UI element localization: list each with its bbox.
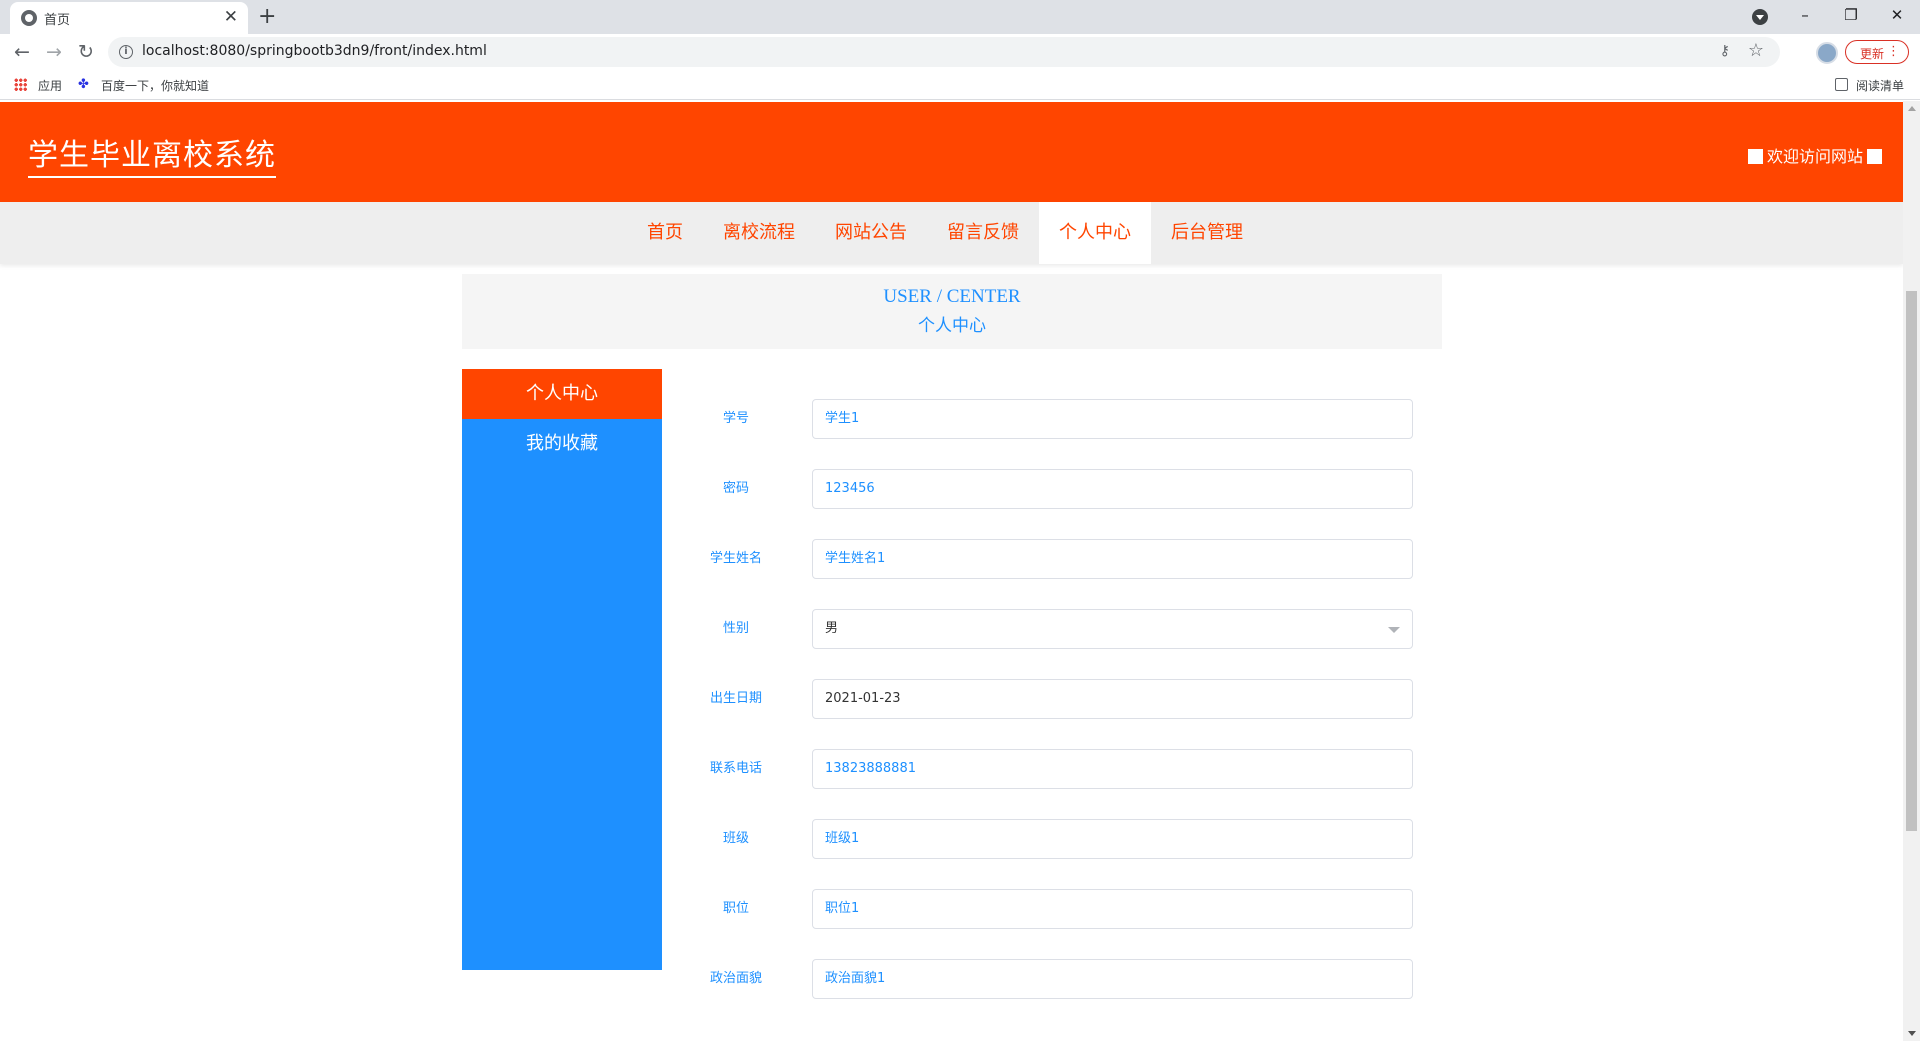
side-menu-item[interactable]: 我的收藏 (462, 419, 662, 469)
gender-select[interactable]: 男 (812, 609, 1413, 649)
bookmarks-bar: 应用 ✤ 百度一下，你就知道 阅读清单 (0, 70, 1920, 100)
field-input[interactable]: 2021-01-23 (812, 679, 1413, 719)
browser-toolbar: ← → ↻ i localhost:8080/springbootb3dn9/f… (0, 34, 1920, 70)
field-input[interactable]: 班级1 (812, 819, 1413, 859)
form-row: 政治面貌 政治面貌1 (690, 959, 1413, 1029)
tab-close-icon[interactable]: ✕ (224, 7, 238, 27)
form-row: 班级 班级1 (690, 819, 1413, 889)
field-value: 13823888881 (825, 761, 916, 776)
field-label: 学号 (722, 411, 749, 426)
nav-items: 首页 离校流程 网站公告 留言反馈 个人中心 后台管理 (627, 202, 1263, 264)
field-value: 男 (825, 621, 839, 636)
page-viewport: 学生毕业离校系统 欢迎访问网站 首页 离校流程 网站公告 留言反馈 个人中心 后台管理 U… (0, 101, 1903, 1041)
nav-item[interactable]: 个人中心 (1039, 202, 1151, 264)
field-value: 2021-01-23 (825, 691, 901, 706)
form-row: 职位 职位1 (690, 889, 1413, 959)
welcome-text: 欢迎访问网站 (1747, 143, 1882, 167)
form-row: 密码 123456 (690, 469, 1413, 539)
nav-item[interactable]: 留言反馈 (927, 202, 1039, 264)
field-value: 123456 (825, 481, 875, 496)
field-input[interactable]: 学生1 (812, 399, 1413, 439)
key-icon[interactable]: ⚷ (1720, 43, 1730, 59)
update-button[interactable]: 更新 ⋮ (1845, 40, 1909, 64)
field-label: 联系电话 (709, 761, 762, 776)
tab-title: 首页 (44, 13, 71, 28)
field-value: 学生1 (825, 411, 860, 426)
scroll-down-icon[interactable] (1908, 1031, 1916, 1036)
globe-icon (21, 10, 37, 26)
square-icon (1747, 149, 1763, 164)
form-row: 出生日期 2021-01-23 (690, 679, 1413, 749)
back-icon[interactable]: ← (8, 38, 36, 66)
nav-item[interactable]: 首页 (627, 202, 703, 264)
site-title[interactable]: 学生毕业离校系统 (28, 130, 276, 178)
main-nav: 首页 离校流程 网站公告 留言反馈 个人中心 后台管理 (0, 202, 1903, 264)
side-menu-item[interactable]: 个人中心 (462, 369, 662, 419)
profile-form: 学号 学生1 密码 123456 学生姓名 学生姓名1 性别 男出生日期 2021-01-23 联… (690, 399, 1413, 1029)
scroll-up-icon[interactable] (1908, 106, 1916, 111)
field-input[interactable]: 学生姓名1 (812, 539, 1413, 579)
field-input[interactable]: 13823888881 (812, 749, 1413, 789)
field-label: 性别 (722, 621, 749, 636)
chevron-down-icon[interactable] (1388, 627, 1400, 633)
field-label: 班级 (722, 831, 749, 846)
forward-icon[interactable]: → (40, 38, 68, 66)
tab-search-icon[interactable] (1752, 9, 1768, 25)
bookmark-apps[interactable]: 应用 (38, 77, 62, 94)
banner-chinese: 个人中心 (918, 316, 986, 336)
form-row: 学生姓名 学生姓名1 (690, 539, 1413, 609)
apps-grid-icon[interactable] (14, 78, 27, 91)
square-icon (1867, 149, 1882, 164)
field-input[interactable]: 职位1 (812, 889, 1413, 929)
info-icon[interactable]: i (119, 45, 133, 59)
field-value: 政治面貌1 (825, 971, 886, 986)
profile-avatar[interactable] (1816, 42, 1838, 64)
field-value: 职位1 (825, 901, 860, 916)
restore-button[interactable]: ❐ (1828, 0, 1874, 30)
field-label: 职位 (722, 901, 749, 916)
new-tab-button[interactable]: + (258, 3, 276, 31)
bookmark-baidu[interactable]: 百度一下，你就知道 (101, 77, 209, 94)
baidu-paw-icon: ✤ (78, 77, 89, 92)
update-label: 更新 (1860, 47, 1885, 61)
star-icon[interactable]: ☆ (1748, 40, 1764, 61)
field-label: 学生姓名 (709, 551, 762, 566)
side-menu: 个人中心 我的收藏 (462, 369, 662, 970)
field-label: 政治面貌 (709, 971, 762, 986)
nav-item[interactable]: 离校流程 (703, 202, 815, 264)
minimize-button[interactable]: – (1782, 0, 1828, 30)
nav-item[interactable]: 网站公告 (815, 202, 927, 264)
nav-item[interactable]: 后台管理 (1151, 202, 1263, 264)
url-text[interactable]: localhost:8080/springbootb3dn9/front/ind… (142, 43, 487, 59)
site-header: 学生毕业离校系统 欢迎访问网站 (0, 102, 1903, 202)
field-input[interactable]: 政治面貌1 (812, 959, 1413, 999)
field-input[interactable]: 123456 (812, 469, 1413, 509)
browser-tabstrip: 首页 ✕ + – ❐ ✕ (0, 0, 1920, 34)
field-label: 出生日期 (709, 691, 762, 706)
form-row: 联系电话 13823888881 (690, 749, 1413, 819)
browser-tab[interactable]: 首页 ✕ (10, 2, 248, 34)
reload-icon[interactable]: ↻ (72, 38, 100, 66)
address-bar[interactable]: i localhost:8080/springbootb3dn9/front/i… (108, 37, 1780, 67)
page-scrollbar[interactable] (1903, 101, 1920, 1041)
user-center-banner: USER / CENTER 个人中心 (462, 274, 1442, 349)
more-menu-icon[interactable]: ⋮ (1887, 43, 1900, 61)
field-value: 班级1 (825, 831, 860, 846)
field-value: 学生姓名1 (825, 551, 886, 566)
form-row: 性别 男 (690, 609, 1413, 679)
field-label: 密码 (722, 481, 749, 496)
form-row: 学号 学生1 (690, 399, 1413, 469)
reading-list-icon[interactable] (1835, 78, 1848, 91)
reading-list-link[interactable]: 阅读清单 (1856, 77, 1904, 94)
banner-english: USER / CENTER (883, 286, 1021, 307)
scrollbar-thumb[interactable] (1906, 291, 1917, 831)
close-window-button[interactable]: ✕ (1874, 0, 1920, 30)
